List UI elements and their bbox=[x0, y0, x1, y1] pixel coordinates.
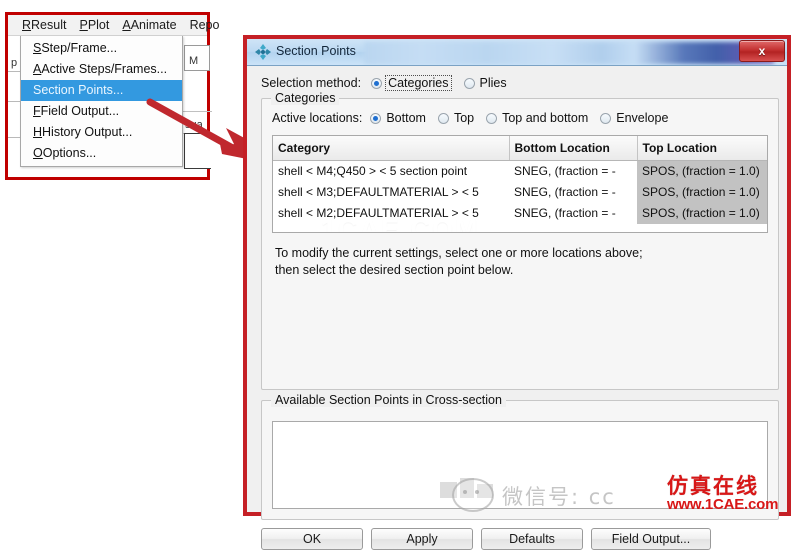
title-bar-ghost-text bbox=[372, 45, 396, 57]
background-divider-1 bbox=[8, 71, 20, 72]
menubar-item-result[interactable]: RResult bbox=[22, 18, 66, 32]
field-output-button[interactable]: Field Output... bbox=[591, 528, 711, 550]
menu-item-active-steps[interactable]: AActive Steps/Frames... bbox=[21, 59, 182, 80]
menu-item-field-output[interactable]: FField Output... bbox=[21, 101, 182, 122]
menu-item-step-frame[interactable]: SStep/Frame... bbox=[21, 38, 182, 59]
menu-item-options[interactable]: OOptions... bbox=[21, 143, 182, 164]
menu-item-history-output-label: History Output... bbox=[42, 125, 133, 139]
menu-item-section-points-label: Section Points... bbox=[33, 83, 124, 97]
radio-envelope-label[interactable]: Envelope bbox=[616, 111, 668, 125]
menu-item-options-label: Options... bbox=[42, 146, 97, 160]
close-icon[interactable]: x bbox=[739, 40, 785, 62]
menu-item-field-output-label: Field Output... bbox=[40, 104, 120, 118]
background-fragment-m: M bbox=[189, 55, 199, 67]
cell-top-location[interactable]: SPOS, (fraction = 1.0) bbox=[637, 182, 767, 203]
categories-group: Categories Active locations: Bottom Top … bbox=[261, 91, 779, 390]
radio-bottom[interactable] bbox=[370, 112, 382, 124]
menubar-label-plot: Plot bbox=[87, 18, 110, 32]
dialog-title: Section Points bbox=[276, 44, 356, 58]
radio-categories[interactable] bbox=[371, 77, 383, 89]
defaults-button[interactable]: Defaults bbox=[481, 528, 583, 550]
cell-bottom-location[interactable]: SNEG, (fraction = - bbox=[509, 161, 637, 183]
apply-button[interactable]: Apply bbox=[371, 528, 473, 550]
dialog-body: Selection method: Categories Plies Categ… bbox=[247, 66, 787, 550]
selection-method-label: Selection method: bbox=[261, 76, 362, 90]
background-divider-3 bbox=[8, 137, 20, 138]
categories-group-title: Categories bbox=[271, 91, 340, 105]
radio-top[interactable] bbox=[437, 112, 449, 124]
radio-plies[interactable] bbox=[463, 77, 475, 89]
cell-category[interactable]: shell < M4;Q450 > < 5 section point bbox=[273, 161, 509, 183]
menubar-item-report[interactable]: Repo bbox=[190, 18, 220, 32]
menu-bar: RResult PPlot AAnimate Repo bbox=[8, 15, 219, 36]
table-row[interactable]: shell < M2;DEFAULTMATERIAL > < 5 SNEG, (… bbox=[273, 203, 767, 224]
menubar-label-animate: Animate bbox=[130, 18, 177, 32]
result-menu-popup: SStep/Frame... AActive Steps/Frames... S… bbox=[20, 36, 183, 167]
menubar-item-animate[interactable]: AAnimate bbox=[122, 18, 176, 32]
menu-background: RResult PPlot AAnimate Repo p M sua SSte… bbox=[8, 15, 219, 177]
available-section-points-group: Available Section Points in Cross-sectio… bbox=[261, 393, 779, 520]
section-points-icon bbox=[255, 44, 271, 60]
section-points-dialog: Section Points x Selection method: Categ… bbox=[243, 35, 791, 550]
cell-top-location[interactable]: SPOS, (fraction = 1.0) bbox=[637, 160, 767, 182]
table-header-row: Category Bottom Location Top Location bbox=[273, 136, 767, 161]
radio-bottom-label[interactable]: Bottom bbox=[386, 111, 426, 125]
title-bar-blurred-background bbox=[364, 42, 774, 64]
ok-button[interactable]: OK bbox=[261, 528, 363, 550]
available-group-title: Available Section Points in Cross-sectio… bbox=[271, 393, 506, 407]
background-panel-box bbox=[184, 133, 211, 169]
cell-category[interactable]: shell < M2;DEFAULTMATERIAL > < 5 bbox=[273, 203, 509, 224]
background-fragment-sua: sua bbox=[185, 119, 203, 131]
modify-hint-line-1: To modify the current settings, select o… bbox=[275, 246, 643, 260]
table-row[interactable]: shell < M4;Q450 > < 5 section point SNEG… bbox=[273, 160, 767, 183]
active-locations-label: Active locations: bbox=[272, 111, 363, 125]
menu-item-history-output[interactable]: HHistory Output... bbox=[21, 122, 182, 143]
menubar-label-report: Repo bbox=[189, 18, 220, 32]
available-section-points-listbox[interactable] bbox=[272, 421, 768, 509]
cell-bottom-location[interactable]: SNEG, (fraction = - bbox=[509, 182, 637, 203]
modify-hint-line-2: then select the desired section point be… bbox=[275, 263, 514, 277]
menubar-item-plot[interactable]: PPlot bbox=[79, 18, 109, 32]
cell-top-location[interactable]: SPOS, (fraction = 1.0) bbox=[637, 203, 767, 224]
column-header-top-location[interactable]: Top Location bbox=[637, 136, 767, 161]
radio-categories-label[interactable]: Categories bbox=[385, 75, 452, 91]
menubar-label-result: Result bbox=[31, 18, 67, 32]
dialog-button-bar: OK Apply Defaults Field Output... bbox=[261, 528, 781, 550]
menu-item-section-points[interactable]: Section Points... bbox=[21, 80, 182, 101]
menu-item-step-frame-label: Step/Frame... bbox=[41, 41, 118, 55]
selection-method-row: Selection method: Categories Plies bbox=[261, 75, 519, 91]
modify-hint: To modify the current settings, select o… bbox=[275, 245, 755, 279]
section-points-table[interactable]: Category Bottom Location Top Location sh… bbox=[272, 135, 768, 233]
column-header-category[interactable]: Category bbox=[273, 136, 510, 161]
cell-category[interactable]: shell < M3;DEFAULTMATERIAL > < 5 bbox=[273, 182, 509, 203]
table-row[interactable]: shell < M3;DEFAULTMATERIAL > < 5 SNEG, (… bbox=[273, 182, 767, 203]
menu-screenshot-panel: RResult PPlot AAnimate Repo p M sua SSte… bbox=[5, 12, 219, 180]
dialog-title-bar[interactable]: Section Points x bbox=[247, 39, 787, 66]
screenshot-root: RResult PPlot AAnimate Repo p M sua SSte… bbox=[0, 0, 794, 550]
background-divider-2 bbox=[8, 101, 20, 102]
radio-top-label[interactable]: Top bbox=[454, 111, 474, 125]
column-header-bottom-location[interactable]: Bottom Location bbox=[509, 136, 638, 161]
cell-bottom-location[interactable]: SNEG, (fraction = - bbox=[509, 203, 637, 224]
radio-top-and-bottom[interactable] bbox=[486, 112, 498, 124]
radio-top-and-bottom-label[interactable]: Top and bottom bbox=[502, 111, 588, 125]
radio-envelope[interactable] bbox=[600, 112, 612, 124]
background-fragment-left: p bbox=[11, 57, 18, 69]
radio-plies-label[interactable]: Plies bbox=[480, 76, 507, 90]
menu-item-active-steps-label: Active Steps/Frames... bbox=[41, 62, 168, 76]
active-locations-row: Active locations: Bottom Top Top and bot… bbox=[272, 111, 680, 125]
background-divider-4 bbox=[182, 111, 212, 112]
